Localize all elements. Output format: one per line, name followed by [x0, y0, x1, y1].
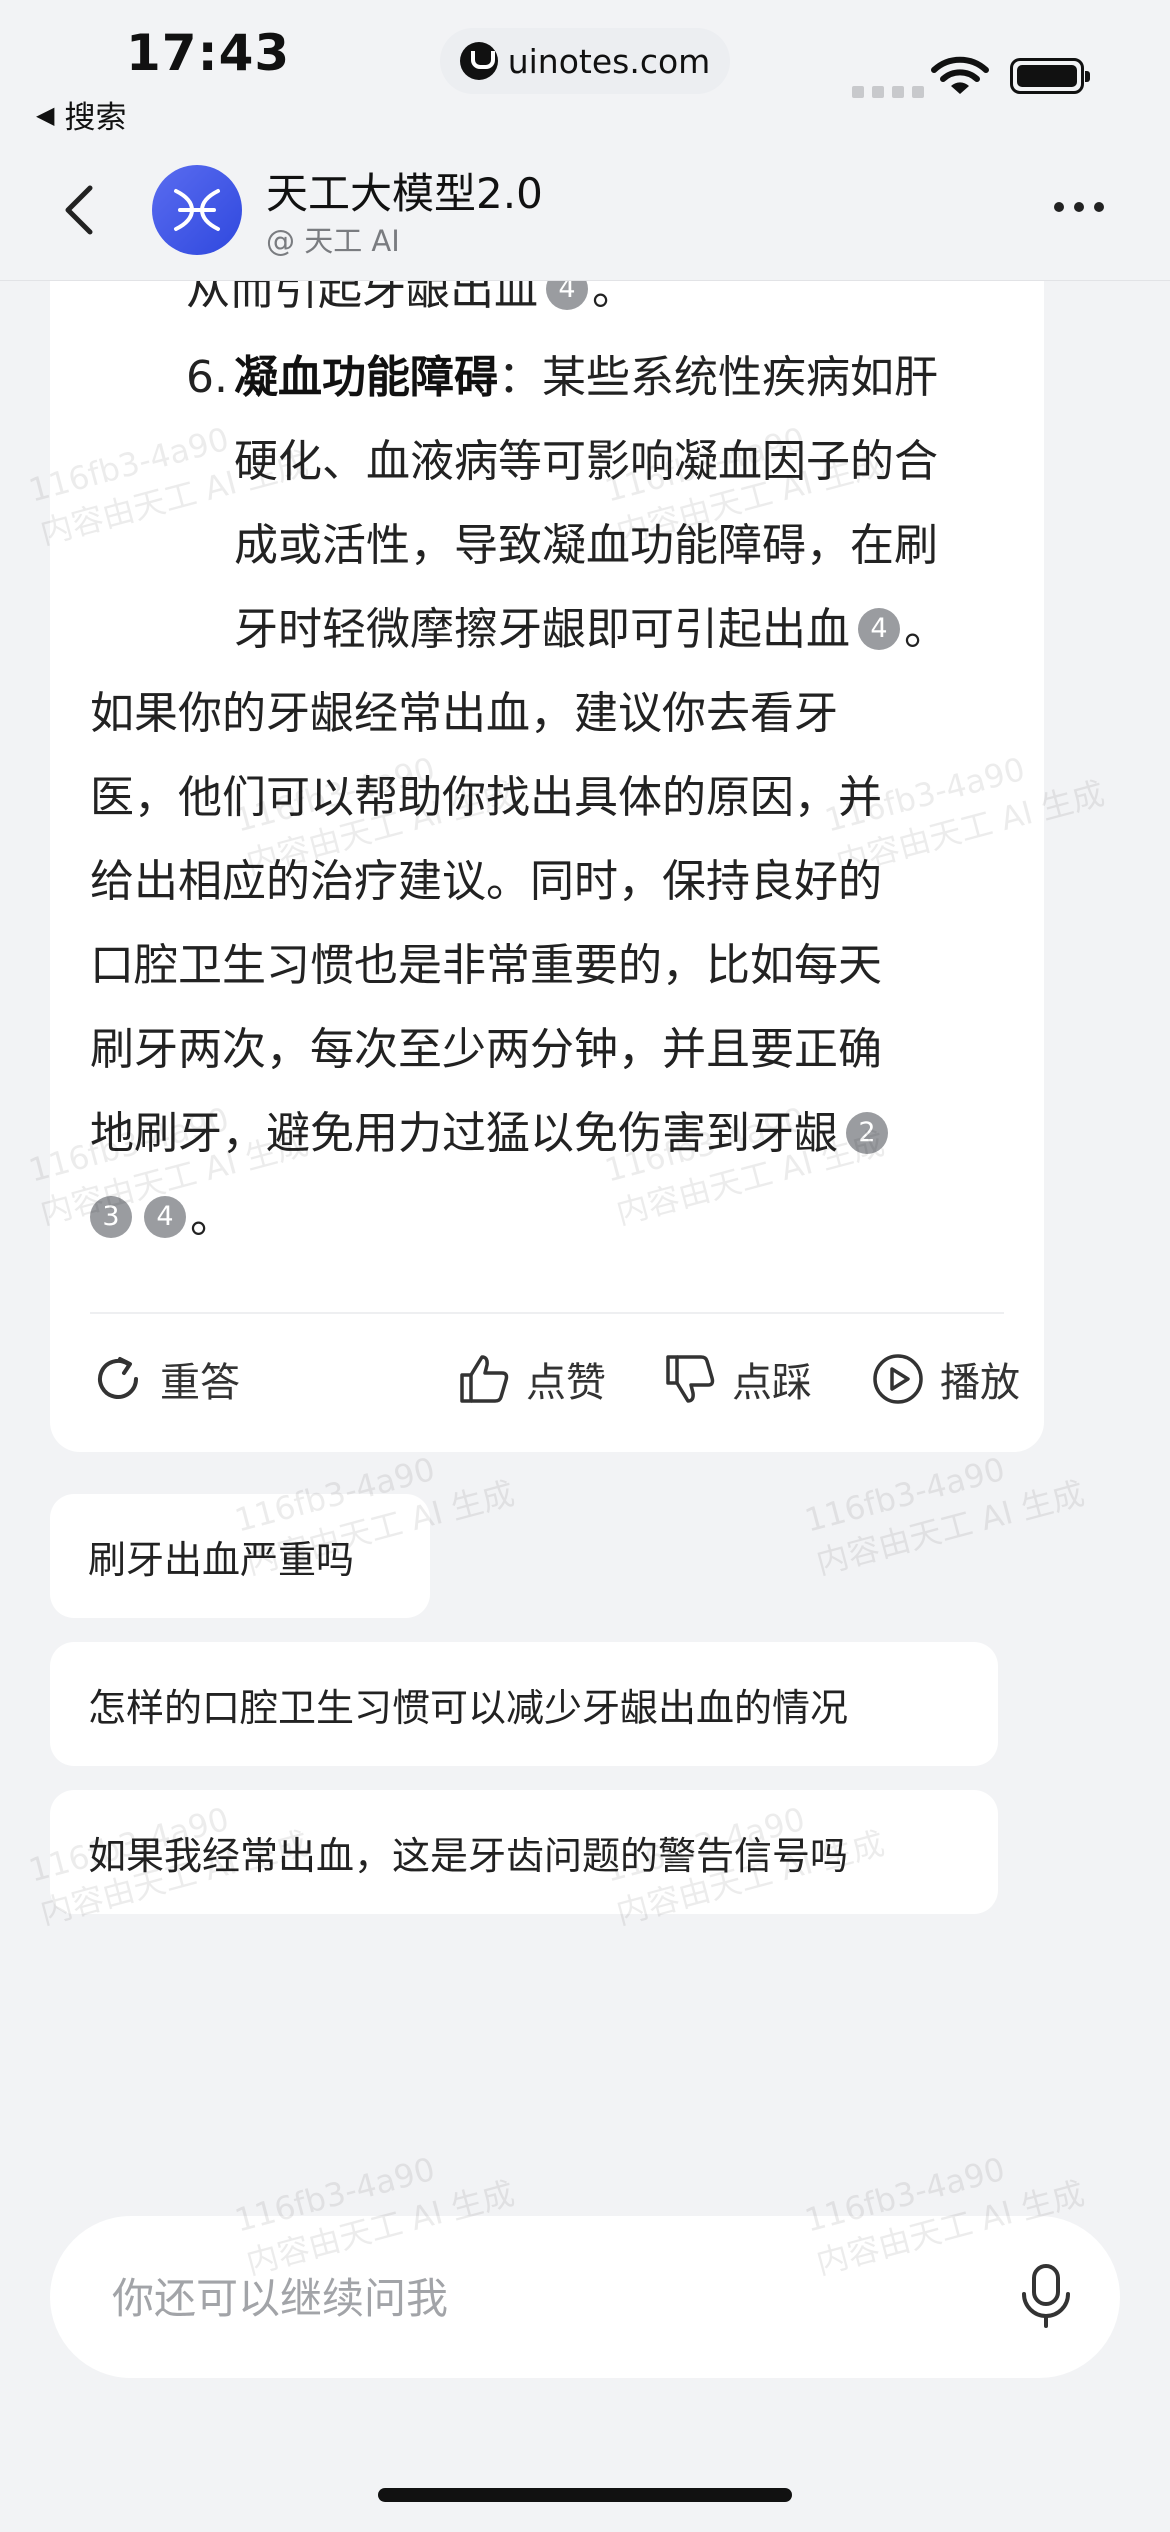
paragraph-line: 医，他们可以帮助你找出具体的原因，并	[90, 772, 882, 823]
answer-content: 6. 凝血功能障碍：某些系统性疾病如肝 硬化、血液病等可影响凝血因子的合 成或活性…	[90, 252, 1014, 1260]
answer-card: 从而引起牙龈出血 4。 6. 凝血功能障碍：某些系统性疾病如肝 硬化、血液病等可影响…	[50, 200, 1044, 1452]
status-time: 17:43	[126, 24, 291, 82]
chat-input[interactable]	[110, 2256, 1014, 2340]
back-chevron-icon[interactable]	[54, 184, 106, 236]
dislike-button[interactable]: 点踩	[662, 1324, 812, 1434]
dislike-label: 点踩	[732, 1360, 812, 1406]
home-indicator	[378, 2488, 792, 2502]
thumbs-up-icon	[460, 1355, 509, 1403]
status-bar: 17:43 ◀ 搜索 uinotes.com	[0, 0, 1170, 140]
bot-handle: @ 天工 AI	[266, 224, 400, 258]
card-divider	[90, 1312, 1004, 1314]
list-number: 6.	[186, 352, 228, 403]
retry-label: 重答	[160, 1360, 240, 1406]
microphone-icon[interactable]	[1016, 2262, 1076, 2332]
paragraph-line: 3 4。	[90, 1176, 1014, 1260]
tiangong-logo-icon	[174, 189, 220, 231]
cellular-signal-icon	[852, 86, 924, 98]
chat-input-bar	[50, 2216, 1120, 2378]
like-button[interactable]: 点赞	[456, 1324, 606, 1434]
battery-icon	[1010, 58, 1090, 94]
suggestion-chip[interactable]: 如果我经常出血，这是牙齿问题的警告信号吗	[50, 1790, 998, 1914]
url-text: uinotes.com	[507, 41, 711, 81]
bot-avatar[interactable]	[152, 165, 242, 255]
thumbs-down-icon	[666, 1355, 715, 1403]
citation-badge[interactable]: 3	[90, 1196, 132, 1238]
back-triangle-icon: ◀	[36, 100, 55, 129]
suggestion-chip[interactable]: 刷牙出血严重吗	[50, 1494, 430, 1618]
back-app-label: 搜索	[64, 100, 127, 136]
more-options-icon[interactable]	[1054, 202, 1104, 212]
citation-badge[interactable]: 4	[858, 608, 900, 650]
paragraph-line: 给出相应的治疗建议。同时，保持良好的	[90, 856, 882, 907]
play-button[interactable]: 播放	[870, 1324, 1020, 1434]
paragraph-line: 如果你的牙龈经常出血，建议你去看牙	[90, 688, 838, 739]
watermark: 116fb3-4a90内容由天工 AI 生成	[800, 1449, 1089, 1583]
paragraph-line: 刷牙两次，每次至少两分钟，并且要正确	[90, 1024, 882, 1075]
list-item-6-line4: 牙时轻微摩擦牙龈即可引起出血 4。	[234, 604, 948, 655]
list-item-6-line3: 成或活性，导致凝血功能障碍，在刷	[234, 520, 938, 571]
paragraph-line: 口腔卫生习惯也是非常重要的，比如每天	[90, 940, 882, 991]
list-item-title: 凝血功能障碍	[234, 352, 498, 403]
suggestion-chip[interactable]: 怎样的口腔卫生习惯可以减少牙龈出血的情况	[50, 1642, 998, 1766]
list-item-6-line1: 6. 凝血功能障碍：某些系统性疾病如肝	[90, 336, 1014, 420]
citation-badge[interactable]: 4	[144, 1196, 186, 1238]
play-icon	[873, 1354, 923, 1404]
refresh-icon	[98, 1357, 138, 1399]
paragraph-line: 地刷牙，避免用力过猛以免伤害到牙龈 2	[90, 1092, 1014, 1176]
site-logo-icon	[459, 42, 498, 80]
chat-header: 天工大模型2.0 @ 天工 AI	[0, 140, 1170, 281]
citation-badge[interactable]: 2	[846, 1112, 888, 1154]
list-item-6-line2: 硬化、血液病等可影响凝血因子的合	[234, 436, 938, 487]
bot-name: 天工大模型2.0	[266, 169, 543, 218]
like-label: 点赞	[526, 1360, 606, 1406]
retry-button[interactable]: 重答	[90, 1324, 240, 1434]
play-label: 播放	[940, 1360, 1020, 1406]
answer-actions: 重答 点赞 点踩 播放	[90, 1324, 1020, 1434]
wifi-icon	[931, 56, 989, 94]
url-pill[interactable]: uinotes.com	[440, 28, 730, 94]
back-to-search-link[interactable]: ◀ 搜索	[36, 92, 126, 137]
